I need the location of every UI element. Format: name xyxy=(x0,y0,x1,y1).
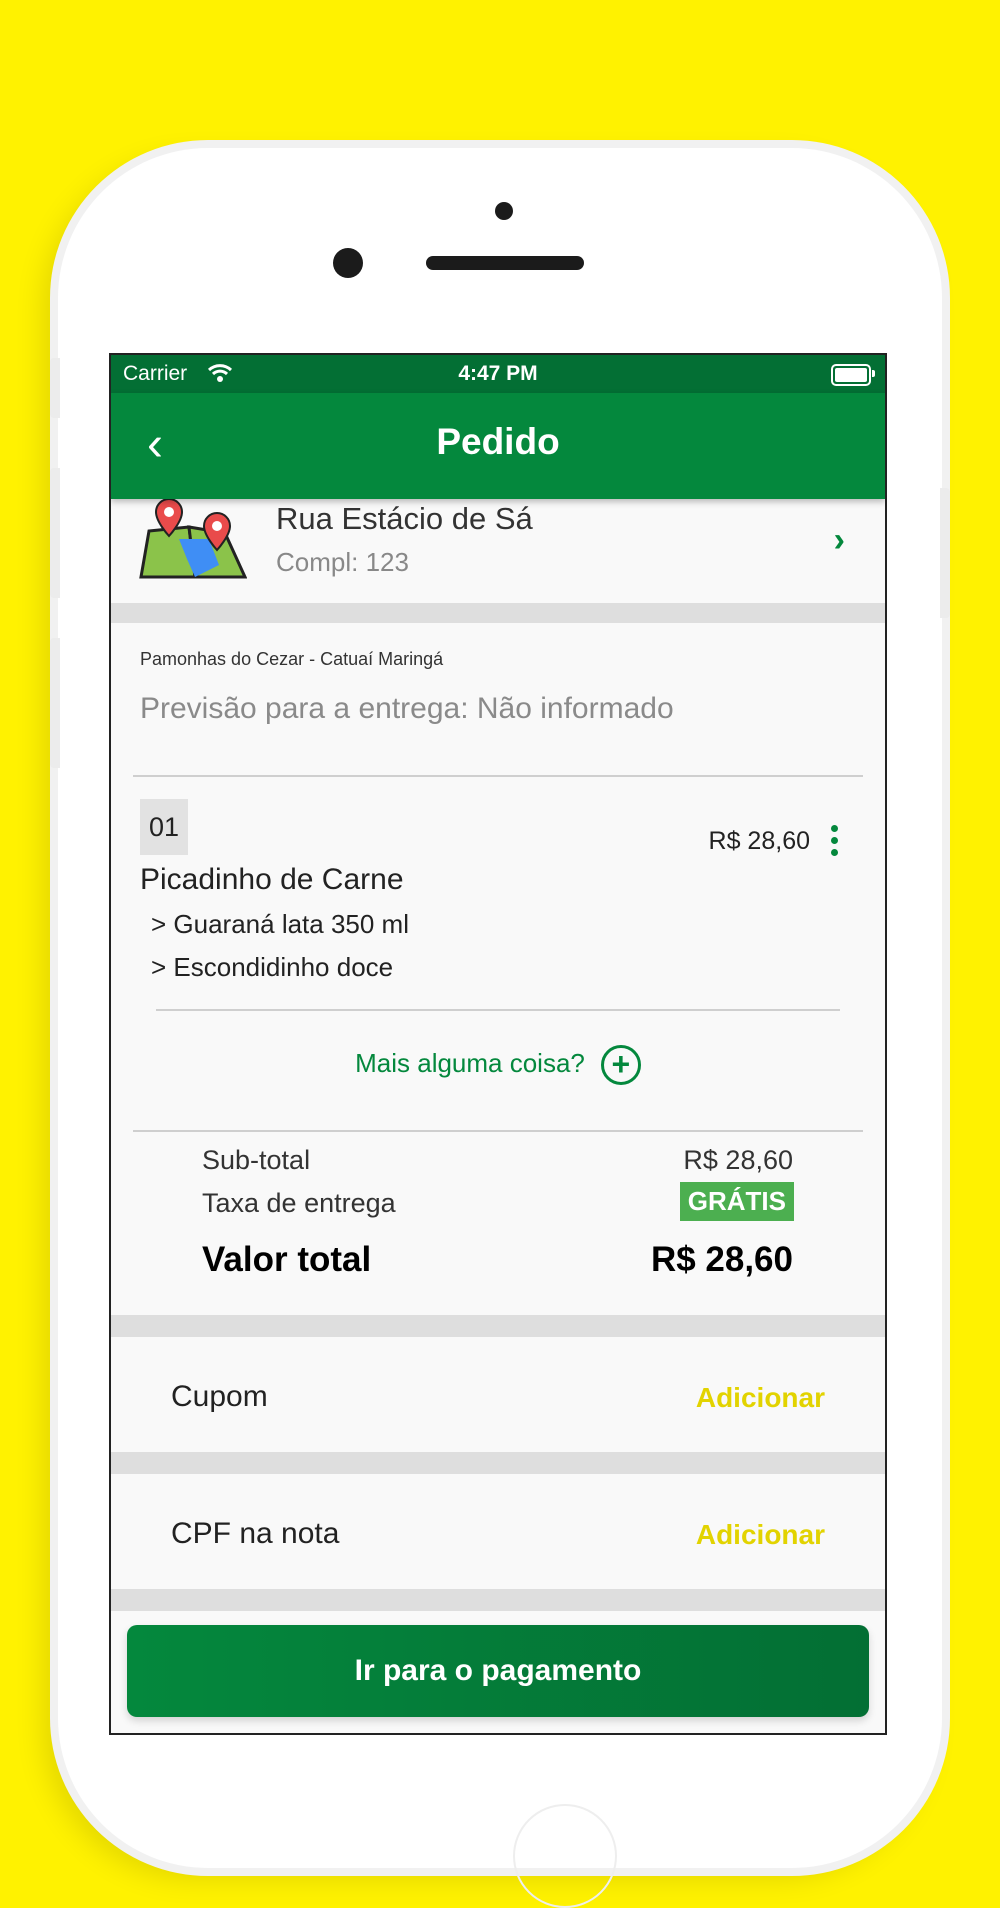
proximity-sensor xyxy=(495,202,513,220)
earpiece-speaker xyxy=(426,256,584,270)
add-more-items-button[interactable]: Mais alguma coisa? + xyxy=(111,1045,885,1085)
volume-up-button xyxy=(50,468,60,598)
divider xyxy=(133,1130,863,1132)
app-screen: Carrier 4:47 PM ‹ Pedido Rua Estácio de … xyxy=(109,353,887,1735)
free-delivery-badge: GRÁTIS xyxy=(679,1182,794,1221)
subtotal-value: R$ 28,60 xyxy=(683,1145,793,1175)
total-label: Valor total xyxy=(202,1240,372,1279)
add-coupon-button[interactable]: Adicionar xyxy=(696,1382,825,1414)
clock: 4:47 PM xyxy=(458,362,538,385)
address-street: Rua Estácio de Sá xyxy=(276,501,533,536)
item-price: R$ 28,60 xyxy=(708,827,810,855)
item-addon: > Guaraná lata 350 ml xyxy=(151,909,409,939)
section-divider xyxy=(111,1452,885,1474)
more-options-icon[interactable] xyxy=(831,825,841,859)
front-camera xyxy=(333,248,363,278)
map-pin-icon xyxy=(139,499,247,579)
item-addon: > Escondidinho doce xyxy=(151,952,394,982)
add-more-label: Mais alguma coisa? xyxy=(355,1047,585,1078)
divider xyxy=(156,1009,840,1011)
power-button xyxy=(940,488,950,618)
mute-switch xyxy=(50,358,60,418)
delivery-fee-label: Taxa de entrega xyxy=(202,1188,396,1218)
divider xyxy=(133,775,863,777)
navigation-bar: ‹ Pedido xyxy=(111,393,885,499)
total-value: R$ 28,60 xyxy=(650,1240,793,1279)
page-title: Pedido xyxy=(436,421,560,462)
status-bar: Carrier 4:47 PM xyxy=(111,355,885,393)
battery-icon xyxy=(831,364,871,386)
add-cpf-button[interactable]: Adicionar xyxy=(696,1519,825,1551)
home-button xyxy=(513,1804,617,1908)
store-name: Pamonhas do Cezar - Catuaí Maringá xyxy=(140,649,444,669)
go-to-payment-button[interactable]: Ir para o pagamento xyxy=(127,1625,869,1717)
section-divider xyxy=(111,1589,885,1611)
item-quantity: 01 xyxy=(140,799,188,855)
battery-tip xyxy=(872,370,875,377)
cpf-label: CPF na nota xyxy=(171,1517,340,1550)
section-divider xyxy=(111,603,885,623)
address-complement: Compl: 123 xyxy=(276,547,409,577)
plus-circle-icon: + xyxy=(600,1045,641,1085)
subtotal-label: Sub-total xyxy=(202,1145,311,1175)
section-divider xyxy=(111,1315,885,1337)
item-name: Picadinho de Carne xyxy=(140,863,404,896)
delivery-address-row[interactable]: Rua Estácio de Sá Compl: 123 › xyxy=(111,499,885,603)
delivery-forecast: Previsão para a entrega: Não informado xyxy=(140,692,674,725)
chevron-right-icon[interactable]: › xyxy=(834,521,845,560)
volume-down-button xyxy=(50,638,60,768)
coupon-label: Cupom xyxy=(171,1380,268,1413)
